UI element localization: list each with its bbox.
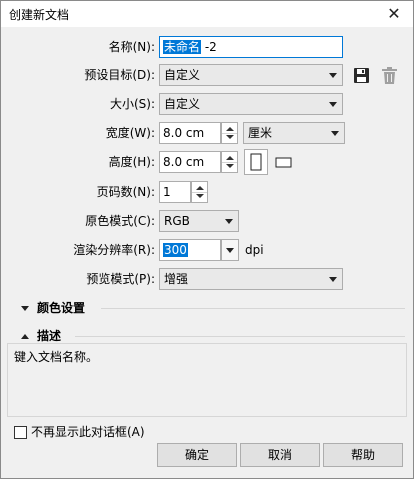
width-label: 宽度(W):	[105, 126, 155, 140]
resolution-dropdown-button[interactable]	[221, 239, 239, 261]
help-button[interactable]: 帮助	[323, 443, 403, 467]
spin-up-icon[interactable]	[226, 127, 234, 131]
color-mode-value: RGB	[164, 214, 190, 228]
spin-divider	[192, 192, 207, 193]
preview-mode-select[interactable]: 增强	[159, 268, 343, 290]
window-title: 创建新文档	[9, 8, 70, 22]
spin-down-icon[interactable]	[226, 164, 234, 168]
preset-label: 预设目标(D):	[84, 68, 155, 82]
section-divider	[101, 308, 405, 309]
preview-mode-label: 预览模式(P):	[86, 272, 155, 286]
height-label: 高度(H):	[108, 155, 155, 169]
color-mode-label: 原色模式(C):	[85, 214, 155, 228]
pages-label: 页码数(N):	[96, 185, 155, 199]
spin-up-icon[interactable]	[196, 186, 204, 190]
name-input[interactable]: 未命名 -2	[159, 36, 343, 58]
delete-preset-button[interactable]	[382, 67, 397, 84]
name-input-selected-text: 未命名	[163, 40, 202, 54]
chevron-down-icon	[329, 102, 337, 107]
chevron-down-icon	[329, 277, 337, 282]
save-icon	[354, 68, 369, 83]
width-input[interactable]: 8.0 cm	[159, 122, 221, 144]
ok-button[interactable]: 确定	[157, 443, 237, 467]
resolution-label: 渲染分辨率(R):	[73, 243, 155, 257]
resolution-input[interactable]: 300	[159, 239, 221, 261]
title-bar: 创建新文档 ✕	[1, 1, 413, 27]
spin-down-icon[interactable]	[196, 194, 204, 198]
expand-arrow-icon	[21, 306, 29, 311]
color-settings-toggle[interactable]: 颜色设置	[21, 299, 85, 317]
chevron-down-icon	[226, 248, 234, 253]
trash-icon	[382, 67, 397, 84]
preview-mode-value: 增强	[164, 272, 189, 286]
description-text: 键入文档名称。	[14, 350, 99, 364]
portrait-orientation-button[interactable]	[244, 149, 268, 175]
preset-select[interactable]: 自定义	[159, 64, 343, 86]
cancel-button[interactable]: 取消	[240, 443, 320, 467]
name-label: 名称(N):	[108, 40, 155, 54]
collapse-arrow-icon	[21, 334, 29, 339]
chevron-down-icon	[225, 219, 233, 224]
spin-down-icon[interactable]	[226, 135, 234, 139]
name-input-rest-text: -2	[201, 40, 217, 54]
landscape-icon	[275, 157, 292, 168]
pages-stepper[interactable]	[191, 181, 208, 203]
color-mode-select[interactable]: RGB	[159, 210, 239, 232]
resolution-unit: dpi	[245, 243, 264, 257]
unit-select[interactable]: 厘米	[243, 122, 345, 144]
width-stepper[interactable]	[221, 122, 238, 144]
close-icon: ✕	[387, 4, 401, 23]
save-preset-button[interactable]	[353, 67, 370, 84]
create-document-dialog: 创建新文档 ✕ 名称(N): 未命名 -2 预设目标(D): 自定义 大小(S)…	[0, 0, 414, 479]
spin-divider	[222, 162, 237, 163]
dont-show-label: 不再显示此对话框(A)	[31, 425, 145, 439]
section-divider	[75, 336, 405, 337]
height-input[interactable]: 8.0 cm	[159, 151, 221, 173]
portrait-icon	[250, 153, 262, 171]
description-box: 键入文档名称。	[7, 343, 407, 417]
spin-up-icon[interactable]	[226, 156, 234, 160]
preset-value: 自定义	[164, 68, 201, 82]
spin-divider	[222, 133, 237, 134]
resolution-value: 300	[163, 243, 188, 257]
size-select[interactable]: 自定义	[159, 93, 343, 115]
dont-show-checkbox[interactable]	[14, 426, 27, 439]
color-settings-title: 颜色设置	[37, 301, 86, 315]
height-stepper[interactable]	[221, 151, 238, 173]
landscape-orientation-button[interactable]	[275, 156, 293, 169]
chevron-down-icon	[329, 73, 337, 78]
size-label: 大小(S):	[109, 97, 155, 111]
unit-value: 厘米	[248, 126, 273, 140]
description-title: 描述	[37, 329, 62, 343]
size-value: 自定义	[164, 97, 201, 111]
chevron-down-icon	[331, 131, 339, 136]
close-button[interactable]: ✕	[381, 2, 407, 26]
pages-input[interactable]: 1	[159, 181, 191, 203]
